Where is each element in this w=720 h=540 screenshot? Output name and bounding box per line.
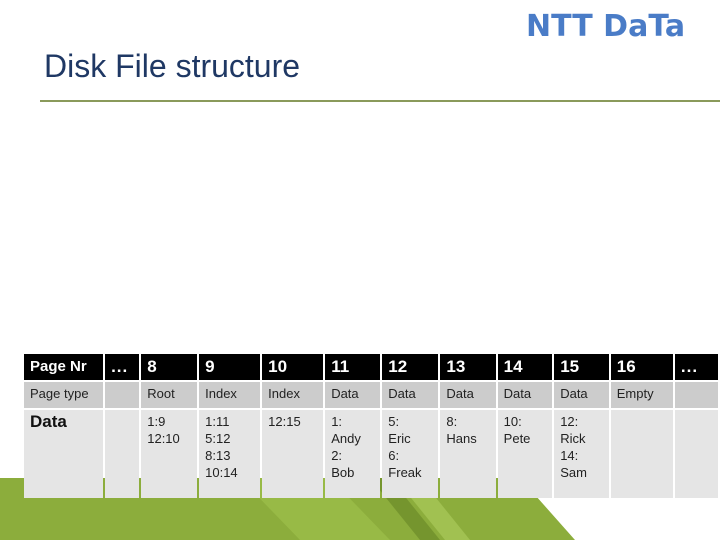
table-cell: ... [105, 354, 140, 380]
page-type-row: Page type Root Index Index Data Data Data Data D… [24, 382, 718, 408]
table-cell: 16 [610, 354, 673, 380]
table-cell: 11 [325, 354, 381, 380]
table-cell: 13 [440, 354, 496, 380]
table-cell [105, 410, 140, 498]
slide-title: Disk File structure [44, 48, 301, 84]
table-cell: 8: Hans [440, 410, 496, 498]
cell-line: 1: [331, 414, 343, 429]
page-number-row: Page Nr... 8 9 10 11 12 13 14 15 16... [24, 354, 718, 380]
table-cell [674, 410, 718, 498]
table-cell: Index [262, 382, 324, 408]
cell-line: Pete [503, 431, 531, 446]
cell-line: 10: [503, 414, 522, 429]
cell-line: Hans [446, 431, 477, 446]
table-cell: 8 [141, 354, 198, 380]
table-cell: 5: Eric 6: Freak [382, 410, 439, 498]
table-cell: 1:11 5:12 8:13 10:14 [199, 410, 261, 498]
cell-line: Bob [331, 465, 355, 480]
table-cell: Data [325, 382, 381, 408]
row-label: Page type [24, 382, 104, 408]
row-label: Data [24, 410, 104, 498]
table-cell: Index [199, 382, 261, 408]
cell-line: 10:14 [205, 465, 238, 480]
row-label: Page Nr [24, 354, 104, 380]
table-cell: 12 [382, 354, 439, 380]
cell-line: 12:15 [268, 414, 301, 429]
cell-line: 14: [560, 448, 579, 463]
cell-line: 8:13 [205, 448, 231, 463]
table-cell: 12: Rick 14: Sam [554, 410, 609, 498]
cell-line: 5: [388, 414, 400, 429]
table-cell: 10 [262, 354, 324, 380]
table-cell [610, 410, 673, 498]
cell-line: 12:10 [147, 431, 180, 446]
table-cell: Data [382, 382, 439, 408]
table-cell: 14 [497, 354, 553, 380]
cell-line: 1:9 [147, 414, 166, 429]
page-data-row: Data 1:9 12:10 1:11 5:12 8:13 10:14 12:15 1: Andy… [24, 410, 718, 498]
cell-line: Eric [388, 431, 411, 446]
table-cell: 15 [554, 354, 609, 380]
cell-line: Andy [331, 431, 361, 446]
table-cell: 12:15 [262, 410, 324, 498]
table-cell: Data [554, 382, 609, 408]
disk-page-table: Page Nr... 8 9 10 11 12 13 14 15 16... Page type Ro… [22, 352, 720, 500]
cell-line: 2: [331, 448, 343, 463]
table-cell: Root [141, 382, 198, 408]
cell-line: 5:12 [205, 431, 231, 446]
table-cell: Data [497, 382, 553, 408]
cell-line: 1:11 [205, 414, 230, 429]
ntt-data-logo: NTT DaTa [526, 9, 686, 44]
table-cell: 10: Pete [497, 410, 553, 498]
table-cell: Empty [610, 382, 673, 408]
cell-line: Freak [388, 465, 422, 480]
cell-line: 6: [388, 448, 400, 463]
cell-line: 8: [446, 414, 458, 429]
table-cell [674, 382, 718, 408]
table-cell: 9 [199, 354, 261, 380]
table-cell: 1: Andy 2: Bob [325, 410, 381, 498]
cell-line: Rick [560, 431, 586, 446]
title-divider [40, 100, 720, 102]
table-cell: Data [440, 382, 496, 408]
cell-line: Sam [560, 465, 587, 480]
table-cell: ... [674, 354, 718, 380]
cell-line: 12: [560, 414, 579, 429]
table-cell: 1:9 12:10 [141, 410, 198, 498]
table-cell [105, 382, 140, 408]
